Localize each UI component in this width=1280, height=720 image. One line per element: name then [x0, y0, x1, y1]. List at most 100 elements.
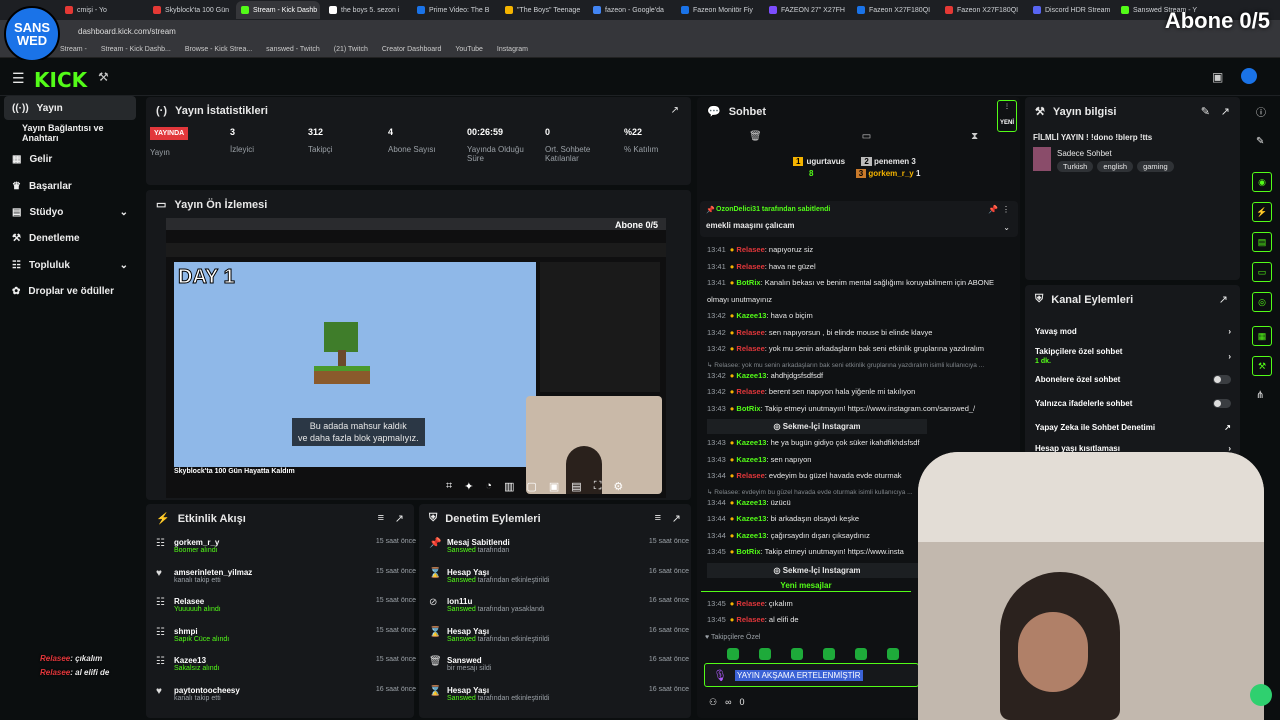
filter-icon[interactable]: ≡ — [378, 512, 384, 524]
message-user[interactable]: BotRix — [736, 404, 760, 413]
popout-icon[interactable]: ↗ — [1221, 105, 1230, 118]
chart-icon[interactable]: ▥ — [504, 480, 514, 493]
browser-tab[interactable]: Fazeon X27F180QI — [940, 1, 1024, 19]
pencil-icon[interactable]: ✎ — [1256, 136, 1264, 147]
whatsapp-icon[interactable] — [1250, 684, 1272, 706]
message-user[interactable]: Kazee13 — [736, 514, 766, 523]
message-user[interactable]: Relasee — [736, 344, 764, 353]
bookmark-item[interactable]: sanswed - Twitch — [266, 46, 320, 53]
emote-icon[interactable] — [727, 648, 739, 660]
message-user[interactable]: Relasee — [736, 599, 764, 608]
browser-tab[interactable]: Prime Video: The B — [412, 1, 496, 19]
kick-logo[interactable]: KICK — [34, 68, 87, 92]
popout-icon[interactable]: ↗ — [1219, 293, 1228, 306]
subtitles-icon[interactable]: ▤ — [571, 480, 581, 493]
popout-icon[interactable]: ↗ — [672, 512, 681, 525]
sidebar-item-droplar[interactable]: ✿ Droplar ve ödüller — [4, 279, 136, 303]
rail-button-camera-icon[interactable]: ◉ — [1252, 172, 1272, 192]
browser-tab[interactable]: Skyblock'ta 100 Gün — [148, 1, 232, 19]
message-user[interactable]: BotRix — [736, 278, 760, 287]
slow-mode-row[interactable]: Yavaş mod › — [1035, 327, 1231, 336]
emote-icon[interactable] — [791, 648, 803, 660]
emotes-only-row[interactable]: Yalnızca ifadelerle sohbet — [1035, 399, 1231, 408]
timer-icon[interactable]: ◔ — [485, 480, 492, 493]
browser-tab[interactable]: fazeon - Google'da — [588, 1, 672, 19]
users-icon[interactable]: ⚇ — [709, 697, 717, 708]
browser-tab[interactable]: Fazeon Monitör Fiy — [676, 1, 760, 19]
sidebar-item-yayin[interactable]: ((·)) Yayın — [4, 96, 136, 120]
browser-tab[interactable]: FAZEON 27" X27FH — [764, 1, 848, 19]
message-user[interactable]: Relasee — [736, 471, 764, 480]
bookmark-item[interactable]: YouTube — [455, 46, 483, 53]
subscribers-only-toggle[interactable] — [1213, 375, 1231, 384]
sidebar-item-studyo[interactable]: ▤ Stüdyo ⌄ — [4, 200, 136, 224]
message-user[interactable]: BotRix — [736, 547, 760, 556]
popout-icon[interactable]: ↗ — [671, 105, 679, 116]
message-icon[interactable]: ▭ — [862, 131, 871, 142]
tools-icon[interactable]: ⚒ — [98, 70, 109, 84]
instagram-tab-button[interactable]: ◎ Sekme-İçi Instagram — [707, 419, 927, 434]
emotes-only-toggle[interactable] — [1213, 399, 1231, 408]
sidebar-item-topluluk[interactable]: ☷ Topluluk ⌄ — [4, 253, 136, 277]
sidebar-item-basarilar[interactable]: ♛ Başarılar — [4, 174, 136, 198]
ai-moderation-row[interactable]: Yapay Zeka ile Sohbet Denetimi ↗ — [1035, 423, 1231, 432]
chat-message[interactable]: 13:41 ● Relasee: hava ne güzel — [707, 261, 1007, 272]
emote-icon[interactable] — [855, 648, 867, 660]
popout-icon[interactable]: ↗ — [395, 512, 404, 525]
rail-button-chat-icon[interactable]: ▭ — [1252, 262, 1272, 282]
bookmark-item[interactable]: Stream - — [60, 46, 87, 53]
message-user[interactable]: Relasee — [736, 245, 764, 254]
chat-message[interactable]: 13:43 ● Kazee13: he ya bugün gidiyo çok s… — [707, 437, 1007, 448]
message-user[interactable]: Kazee13 — [736, 531, 766, 540]
chat-input[interactable]: 🎙 YAYIN AKŞAMA ERTELENMİŞTİR — [704, 663, 919, 687]
avatar[interactable] — [1241, 68, 1257, 84]
bookmark-item[interactable]: Stream - Kick Dashb... — [101, 46, 171, 53]
stream-preview-video[interactable]: DAY 1 Bu adada mahsur kaldık ve daha faz… — [166, 218, 666, 498]
browser-tab[interactable]: Discord HDR Stream — [1028, 1, 1112, 19]
layout-icon[interactable]: ▢ — [526, 480, 536, 493]
more-icon[interactable]: ⋮ — [1002, 205, 1010, 214]
share-icon[interactable]: ⋔ — [1256, 390, 1264, 401]
hamburger-menu-icon[interactable]: ☰ — [12, 70, 25, 87]
message-user[interactable]: Kazee13 — [736, 455, 766, 464]
browser-tab[interactable]: Stream - Kick Dashb — [236, 1, 320, 19]
browser-tab[interactable]: cmişi - Yo — [60, 1, 144, 19]
message-user[interactable]: Relasee — [736, 262, 764, 271]
browser-tab[interactable]: "The Boys" Teenage — [500, 1, 584, 19]
emote-icon[interactable] — [823, 648, 835, 660]
message-user[interactable]: Kazee13 — [736, 498, 766, 507]
chat-message[interactable]: 13:42 ● Relasee: yok mu senin arkadaşları… — [707, 343, 1007, 354]
rail-button-hammer-icon[interactable]: ⚒ — [1252, 356, 1272, 376]
chat-options-button[interactable]: ⋮ YENİ — [997, 100, 1017, 132]
sidebar-item-gelir[interactable]: ▦ Gelir — [4, 147, 136, 171]
address-bar[interactable]: dashboard.kick.com/stream — [0, 20, 1280, 42]
crop-icon[interactable]: ⌗ — [446, 480, 452, 493]
chat-message[interactable]: 13:42 ● Kazee13: ahdhjdgsfsdfsdf — [707, 370, 1007, 381]
bookmark-item[interactable]: Browse - Kick Strea... — [185, 46, 252, 53]
message-user[interactable]: Kazee13 — [736, 438, 766, 447]
rail-button-list-icon[interactable]: ▤ — [1252, 232, 1272, 252]
pip-icon[interactable]: ▣ — [549, 480, 559, 493]
bookmark-item[interactable]: Instagram — [497, 46, 528, 53]
browser-tab[interactable]: Fazeon X27F180QI — [852, 1, 936, 19]
chat-message[interactable]: 13:42 ● Relasee: sen napıyorsun , bi elin… — [707, 327, 1007, 338]
followers-only-row[interactable]: Takipçilere özel sohbet 1 dk. › — [1035, 347, 1231, 365]
message-user[interactable]: Relasee — [736, 615, 764, 624]
subscribers-only-row[interactable]: Abonelere özel sohbet — [1035, 375, 1231, 384]
chat-message[interactable]: 13:42 ● Relasee: berent sen napıyon hala … — [707, 386, 1007, 397]
chat-message[interactable]: 13:41 ● Relasee: napıyoruz siz — [707, 244, 1007, 255]
rail-button-bolt-icon[interactable]: ⚡ — [1252, 202, 1272, 222]
bookmark-item[interactable]: Creator Dashboard — [382, 46, 442, 53]
chevron-down-icon[interactable]: ⌄ — [1003, 223, 1010, 232]
chat-input-value[interactable]: YAYIN AKŞAMA ERTELENMİŞTİR — [734, 669, 863, 681]
message-user[interactable]: Relasee — [736, 387, 764, 396]
chat-message[interactable]: olmayı unutmayınız — [707, 294, 1007, 305]
hourglass-icon[interactable]: ⧗ — [971, 131, 978, 142]
emote-icon[interactable] — [887, 648, 899, 660]
browser-tab[interactable]: the boys 5. sezon i — [324, 1, 408, 19]
url-text[interactable]: dashboard.kick.com/stream — [78, 27, 176, 36]
chat-message[interactable]: 13:42 ● Kazee13: hava o biçim — [707, 310, 1007, 321]
pinned-message[interactable]: 📌 OzonDelici31 tarafından sabitlendi eme… — [700, 201, 1018, 237]
message-user[interactable]: Kazee13 — [736, 371, 766, 380]
info-icon[interactable]: ⓘ — [1256, 104, 1266, 119]
